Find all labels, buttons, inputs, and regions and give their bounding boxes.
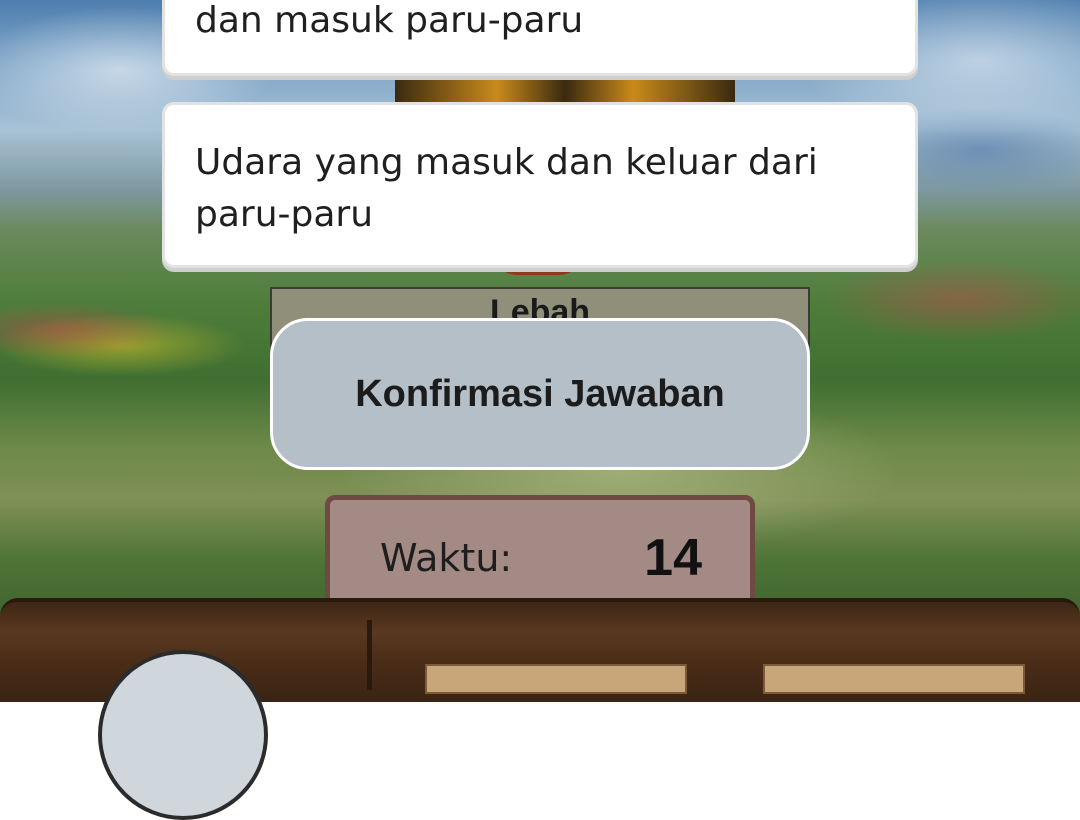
timer-value: 14 — [644, 529, 702, 587]
answer-option-1[interactable]: dan masuk paru-paru — [162, 0, 918, 76]
answer-option-text: Udara yang masuk dan keluar dari paru-pa… — [195, 142, 818, 235]
player-avatar — [98, 650, 268, 820]
timer-label: Waktu: — [380, 536, 513, 580]
panel-divider — [367, 620, 372, 690]
confirm-answer-label: Konfirmasi Jawaban — [355, 372, 725, 415]
bottom-plaque-left — [425, 664, 687, 694]
bottom-plaque-right — [763, 664, 1025, 694]
answer-option-2[interactable]: Udara yang masuk dan keluar dari paru-pa… — [162, 102, 918, 268]
confirm-answer-button[interactable]: Konfirmasi Jawaban — [270, 318, 810, 470]
answer-option-text: dan masuk paru-paru — [195, 0, 584, 41]
